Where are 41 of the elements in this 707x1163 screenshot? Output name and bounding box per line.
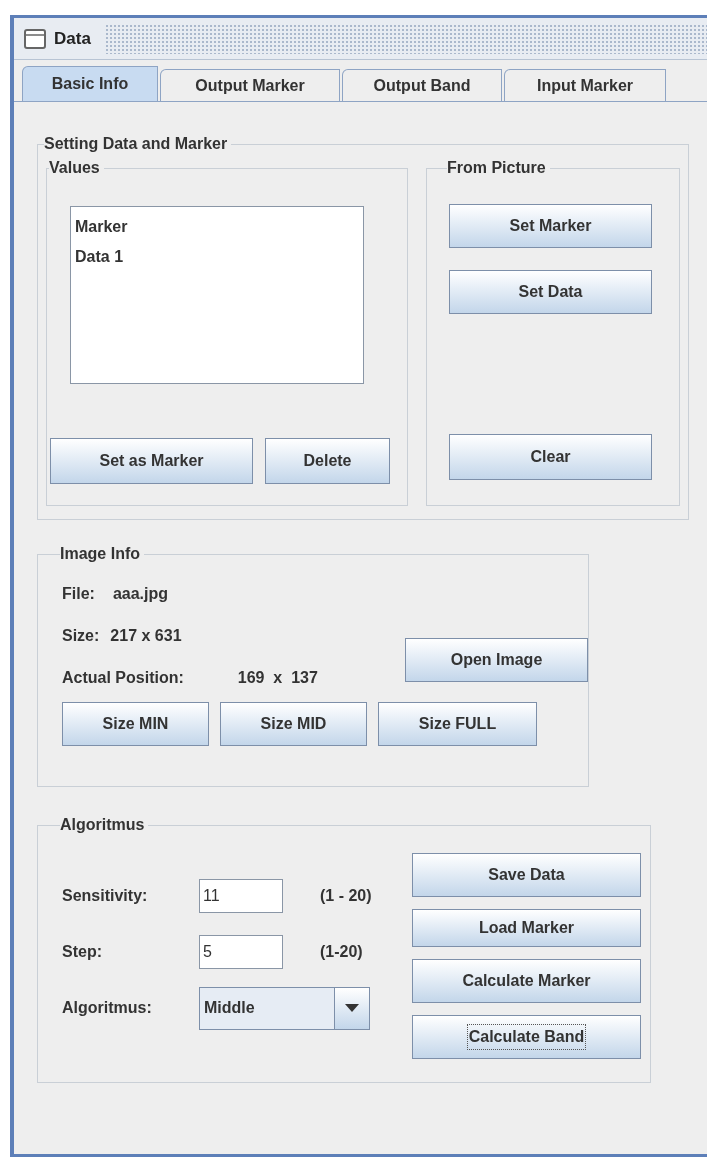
push-button[interactable]: Set as Marker	[50, 438, 253, 484]
push-button[interactable]: Save Data	[412, 853, 641, 897]
push-button[interactable]: Calculate Band	[412, 1015, 641, 1059]
field-label: Size:	[62, 626, 100, 646]
push-button[interactable]: Open Image	[405, 638, 588, 682]
push-button[interactable]: Size MIN	[62, 702, 209, 746]
group-title: Algoritmus	[60, 815, 146, 835]
push-button[interactable]: Set Marker	[449, 204, 652, 248]
field-label: Algoritmus:	[62, 998, 153, 1018]
push-button[interactable]: Calculate Marker	[412, 959, 641, 1003]
range-hint: (1-20)	[320, 942, 363, 962]
dropdown[interactable]: Middle	[199, 986, 370, 1030]
tab[interactable]: Basic Info	[22, 66, 158, 101]
list-item[interactable]: Data 1	[74, 245, 125, 275]
field-label: Sensitivity:	[62, 886, 149, 906]
field-value: aaa.jpg	[112, 584, 169, 604]
tab[interactable]: Output Band	[342, 69, 502, 101]
push-button[interactable]: Set Data	[449, 270, 652, 314]
values-list[interactable]: Marker Data 1	[70, 206, 364, 384]
push-button[interactable]: Clear	[449, 434, 652, 480]
group-title: Values	[49, 158, 101, 178]
push-button[interactable]: Delete	[265, 438, 390, 484]
field-label: File:	[62, 584, 95, 604]
field-label: Actual Position:	[62, 668, 184, 688]
field-value: 217 x 631	[110, 626, 182, 646]
tab[interactable]: Input Marker	[504, 69, 666, 101]
push-button[interactable]: Size FULL	[378, 702, 537, 746]
tab[interactable]: Output Marker	[160, 69, 340, 101]
input-field[interactable]: 11	[199, 879, 283, 913]
range-hint: (1 - 20)	[320, 886, 372, 906]
push-button[interactable]: Size MID	[220, 702, 367, 746]
push-button[interactable]: Load Marker	[412, 909, 641, 947]
field-label: Step:	[62, 942, 103, 962]
group-title: Image Info	[60, 544, 141, 564]
group-title: From Picture	[447, 158, 547, 178]
field-value: 169 x 137	[237, 668, 318, 688]
list-item[interactable]: Marker	[74, 215, 129, 245]
input-field[interactable]: 5	[199, 935, 283, 969]
caret-icon	[345, 1004, 359, 1012]
group-title: Setting Data and Marker	[44, 134, 229, 154]
window-icon	[24, 28, 46, 49]
